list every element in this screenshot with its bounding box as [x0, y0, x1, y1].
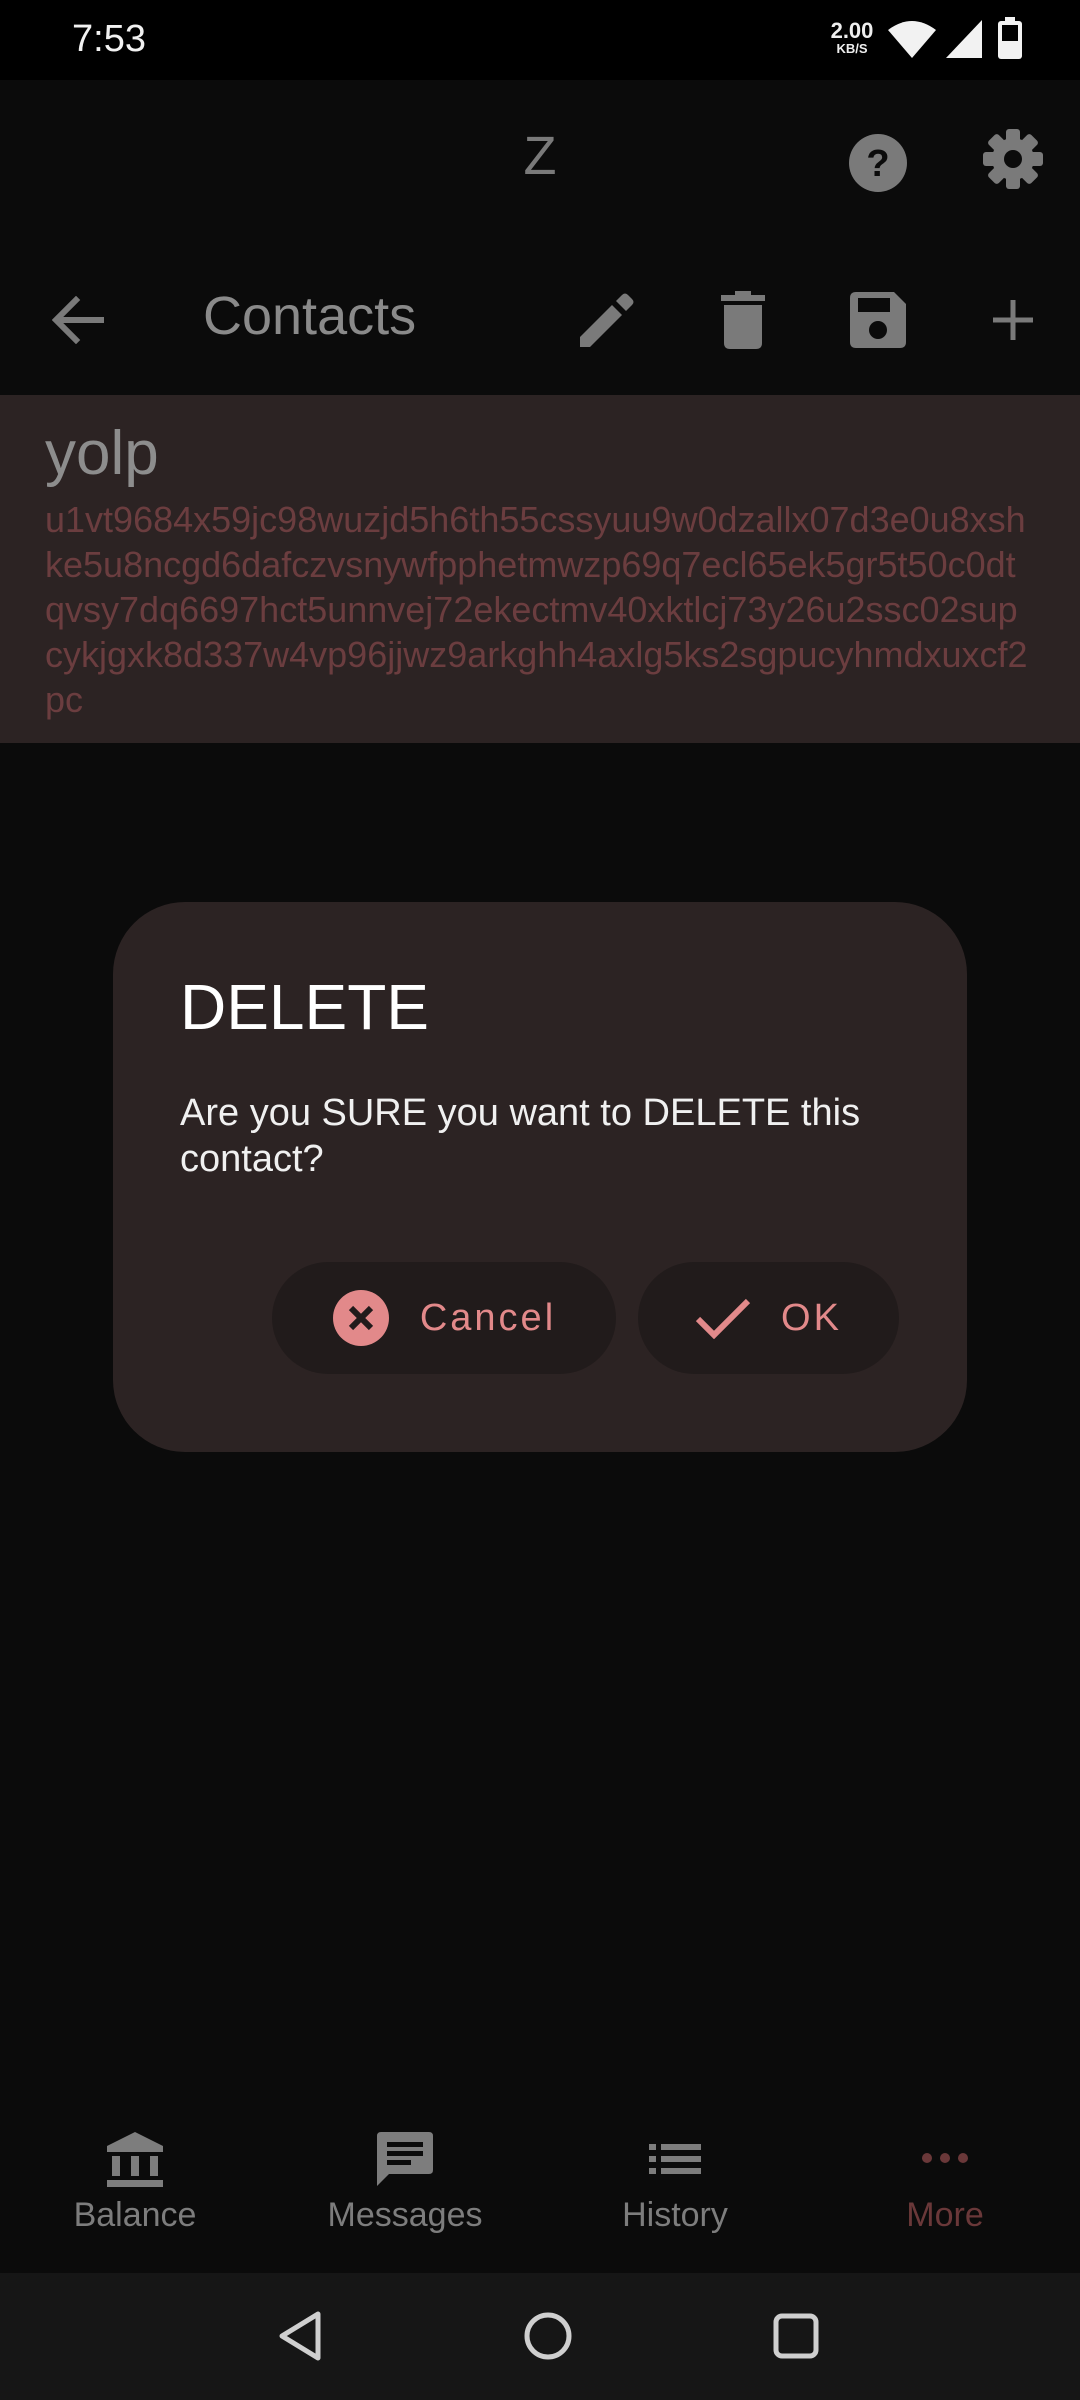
network-speed-unit: KB/S: [836, 41, 868, 56]
cancel-button[interactable]: Cancel: [272, 1262, 616, 1374]
more-icon: [922, 2153, 968, 2163]
list-icon: [649, 2144, 701, 2174]
dialog-title: DELETE: [180, 971, 429, 1043]
add-button[interactable]: [978, 285, 1048, 355]
battery-icon: [998, 17, 1022, 59]
ok-label: OK: [781, 1296, 842, 1339]
system-back-icon[interactable]: [276, 2310, 324, 2362]
back-icon: [52, 296, 104, 344]
edit-button[interactable]: [572, 285, 642, 355]
add-icon: [993, 300, 1033, 340]
save-button[interactable]: [843, 285, 913, 355]
network-speed-value: 2.00: [830, 18, 874, 43]
nav-label-more: More: [906, 2196, 984, 2234]
cancel-label: Cancel: [419, 1296, 557, 1339]
bank-icon: [107, 2132, 163, 2187]
ok-button[interactable]: OK: [638, 1262, 899, 1374]
network-speed: 2.00 KB/S: [826, 18, 878, 56]
nav-label-messages: Messages: [327, 2196, 483, 2234]
svg-text:?: ?: [866, 143, 889, 185]
system-home-icon[interactable]: [522, 2310, 574, 2362]
settings-icon: [983, 129, 1043, 189]
nav-item-history[interactable]: History: [540, 2130, 810, 2235]
contact-address: u1vt9684x59jc98wuzjd5h6th55cssyuu9w0dzal…: [45, 499, 1028, 720]
help-button[interactable]: ?: [843, 128, 913, 198]
save-icon: [850, 292, 906, 348]
system-recents-icon[interactable]: [772, 2312, 820, 2360]
status-time: 7:53: [72, 18, 146, 60]
nav-item-more[interactable]: More: [810, 2130, 1080, 2235]
edit-icon: [580, 293, 634, 347]
signal-icon: [946, 20, 982, 58]
settings-button[interactable]: [978, 124, 1048, 194]
contacts-title: Contacts: [203, 286, 417, 346]
nav-label-history: History: [622, 2196, 728, 2234]
wifi-icon: [888, 21, 936, 58]
contact-name: yolp: [45, 419, 159, 488]
delete-button[interactable]: [708, 285, 778, 355]
nav-item-messages[interactable]: Messages: [270, 2130, 540, 2235]
message-icon: [377, 2132, 433, 2186]
cancel-icon: [332, 1290, 389, 1346]
nav-label-balance: Balance: [73, 2196, 197, 2234]
nav-item-balance[interactable]: Balance: [0, 2130, 270, 2235]
back-button[interactable]: [44, 286, 112, 354]
app-title: Z: [523, 126, 557, 186]
delete-icon: [721, 291, 765, 349]
dialog-message: Are you SURE you want to DELETE this con…: [180, 1092, 861, 1180]
check-icon: [695, 1298, 751, 1339]
help-icon: ?: [849, 134, 907, 192]
